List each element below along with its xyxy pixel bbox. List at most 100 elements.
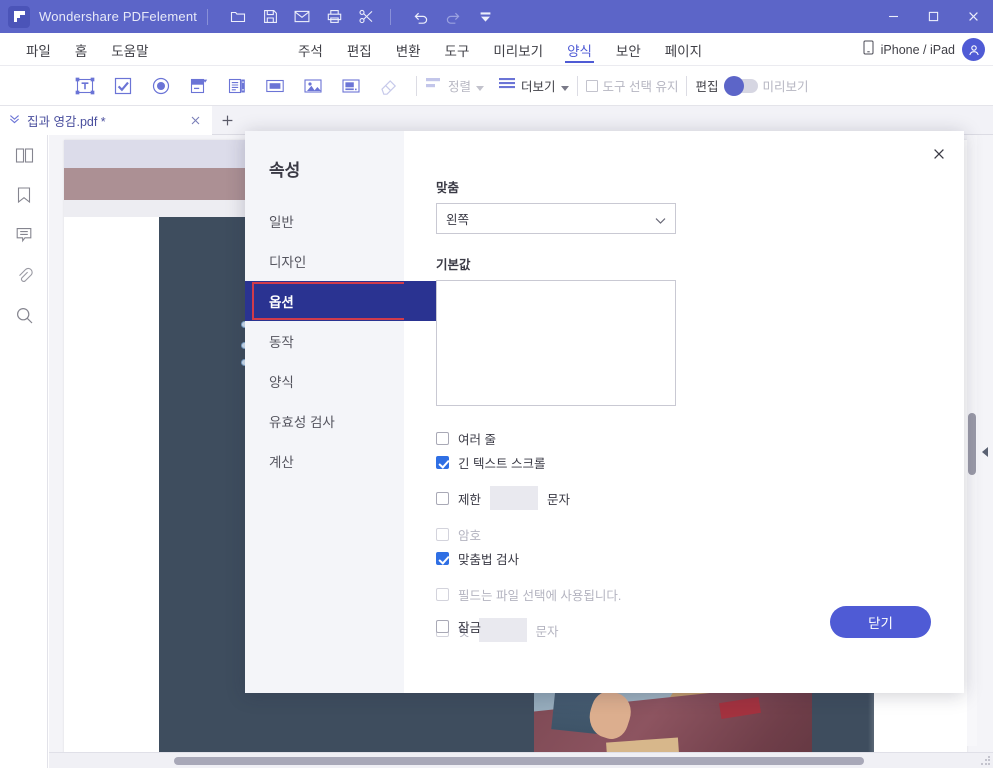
more-group[interactable]: 더보기 (498, 75, 569, 96)
search-icon[interactable] (0, 295, 48, 335)
list-box-tool[interactable] (218, 70, 256, 102)
chevron-double-down-icon[interactable] (8, 112, 21, 130)
option-multiline-row[interactable]: 여러 줄 (436, 426, 940, 450)
menu-item-protect[interactable]: 보안 (604, 33, 653, 66)
menu-label: 보안 (615, 43, 641, 59)
menu-item-home[interactable]: 홈 (63, 33, 99, 66)
alignment-label: 맞춤 (436, 181, 460, 195)
chevron-down-icon (476, 86, 485, 91)
image-field-tool[interactable] (294, 70, 332, 102)
chevron-down-icon (560, 86, 569, 91)
radio-button-tool[interactable] (142, 70, 180, 102)
option-spellcheck-row[interactable]: 맞춤법 검사 (436, 546, 940, 570)
keep-tool-label: 도구 선택 유지 (602, 80, 679, 94)
user-avatar-icon[interactable] (962, 38, 985, 61)
mail-icon[interactable] (288, 5, 316, 29)
dialog-nav-actions[interactable]: 동작 (245, 321, 404, 361)
comments-icon[interactable] (0, 215, 48, 255)
combo-box-tool[interactable] (180, 70, 218, 102)
checkbox-box[interactable] (436, 455, 449, 469)
switch-knob (723, 75, 744, 96)
lock-label: 잠금 (458, 621, 482, 635)
menu-item-form[interactable]: 양식 (555, 33, 604, 66)
close-icon[interactable] (186, 112, 204, 130)
menu-item-page[interactable]: 페이지 (653, 33, 714, 66)
more-label: 더보기 (521, 80, 556, 94)
keep-tool-selected-checkbox[interactable]: 도구 선택 유지 (585, 76, 679, 95)
dialog-nav-validate[interactable]: 유효성 검사 (245, 401, 404, 441)
toolbar-divider-1 (416, 75, 417, 96)
checkbox-box[interactable] (436, 551, 449, 565)
preview-mode-label: 미리보기 (762, 80, 809, 94)
dialog-nav-calculate[interactable]: 계산 (245, 441, 404, 481)
menu-item-preview[interactable]: 미리보기 (481, 33, 555, 66)
checkbox-box (585, 79, 598, 92)
vertical-scrollbar-thumb[interactable] (968, 413, 976, 475)
checkbox-box (436, 527, 449, 541)
scissors-icon[interactable] (352, 5, 380, 29)
push-button-tool[interactable]: ok (256, 70, 294, 102)
edit-mode-label: 편집 (695, 80, 719, 94)
dialog-nav-general[interactable]: 일반 (245, 201, 404, 241)
close-icon[interactable] (953, 0, 993, 33)
limit-characters-input[interactable] (490, 486, 539, 510)
document-tab-label: 집과 영감.pdf * (27, 115, 106, 129)
bookmarks-icon[interactable] (0, 175, 48, 215)
folder-open-icon[interactable] (224, 5, 252, 29)
menu-item-help[interactable]: 도움말 (99, 33, 160, 66)
menu-item-tools[interactable]: 도구 (433, 33, 482, 66)
undo-icon[interactable] (407, 5, 435, 29)
option-limit-row[interactable]: 제한 문자 (436, 486, 940, 510)
menu-item-edit[interactable]: 편집 (335, 33, 384, 66)
mode-switch[interactable] (723, 75, 758, 96)
option-label: 맞춤법 검사 (458, 552, 519, 567)
dialog-title: 속성 (269, 161, 301, 180)
checkbox-box[interactable] (436, 431, 449, 445)
resize-grip[interactable] (980, 755, 991, 766)
checkbox-box[interactable] (436, 620, 449, 633)
new-tab-button[interactable] (213, 106, 241, 135)
menu-item-convert[interactable]: 변환 (384, 33, 433, 66)
option-password-row: 암호 (436, 522, 940, 546)
dialog-close-button[interactable] (924, 139, 954, 169)
erase-tool (370, 70, 408, 102)
minimize-icon[interactable] (873, 0, 913, 33)
menu-label: 페이지 (664, 43, 703, 59)
menu-label: 주석 (298, 43, 323, 59)
horizontal-scrollbar[interactable] (49, 752, 993, 768)
alignment-select[interactable]: 왼쪽 (436, 203, 676, 234)
dialog-close-action-button[interactable]: 닫기 (830, 606, 931, 638)
text-field-tool[interactable] (66, 70, 104, 102)
save-icon[interactable] (256, 5, 284, 29)
edit-preview-toggle[interactable]: 편집 미리보기 (695, 75, 809, 96)
default-value-label: 기본값 (436, 258, 471, 272)
dialog-nav-options[interactable]: 옵션 (245, 281, 466, 321)
attachments-icon[interactable] (0, 255, 48, 295)
print-icon[interactable] (320, 5, 348, 29)
thumbnails-icon[interactable] (0, 135, 48, 175)
alignment-value: 왼쪽 (446, 213, 470, 227)
app-logo-icon (8, 5, 30, 28)
menu-item-comment[interactable]: 주석 (286, 33, 335, 66)
checkbox-box[interactable] (436, 491, 449, 505)
dialog-nav-design[interactable]: 디자인 (245, 241, 404, 281)
checkbox-tool[interactable] (104, 70, 142, 102)
menu-item-file[interactable]: 파일 (14, 33, 63, 66)
toolbar-divider-3 (686, 75, 688, 96)
option-scroll-long-text-row[interactable]: 긴 텍스트 스크롤 (436, 450, 940, 474)
collapse-left-icon[interactable] (979, 445, 990, 459)
nav-label: 양식 (269, 375, 294, 390)
digital-signature-tool[interactable] (332, 70, 370, 102)
default-value-textarea[interactable] (436, 280, 676, 406)
customize-toolbar-icon[interactable] (471, 5, 499, 29)
menu-label: 도구 (444, 43, 470, 59)
nav-label: 계산 (269, 455, 294, 470)
lock-row[interactable]: 잠금 (436, 617, 481, 636)
dialog-nav-list: 일반 디자인 옵션 동작 양식 유효성 검사 계산 (245, 201, 466, 481)
vertical-scrollbar[interactable] (967, 135, 977, 746)
maximize-icon[interactable] (913, 0, 953, 33)
nav-label: 일반 (269, 215, 294, 230)
document-tab[interactable]: 집과 영감.pdf * (0, 106, 212, 135)
horizontal-scrollbar-thumb[interactable] (174, 757, 864, 765)
dialog-nav-format[interactable]: 양식 (245, 361, 404, 401)
